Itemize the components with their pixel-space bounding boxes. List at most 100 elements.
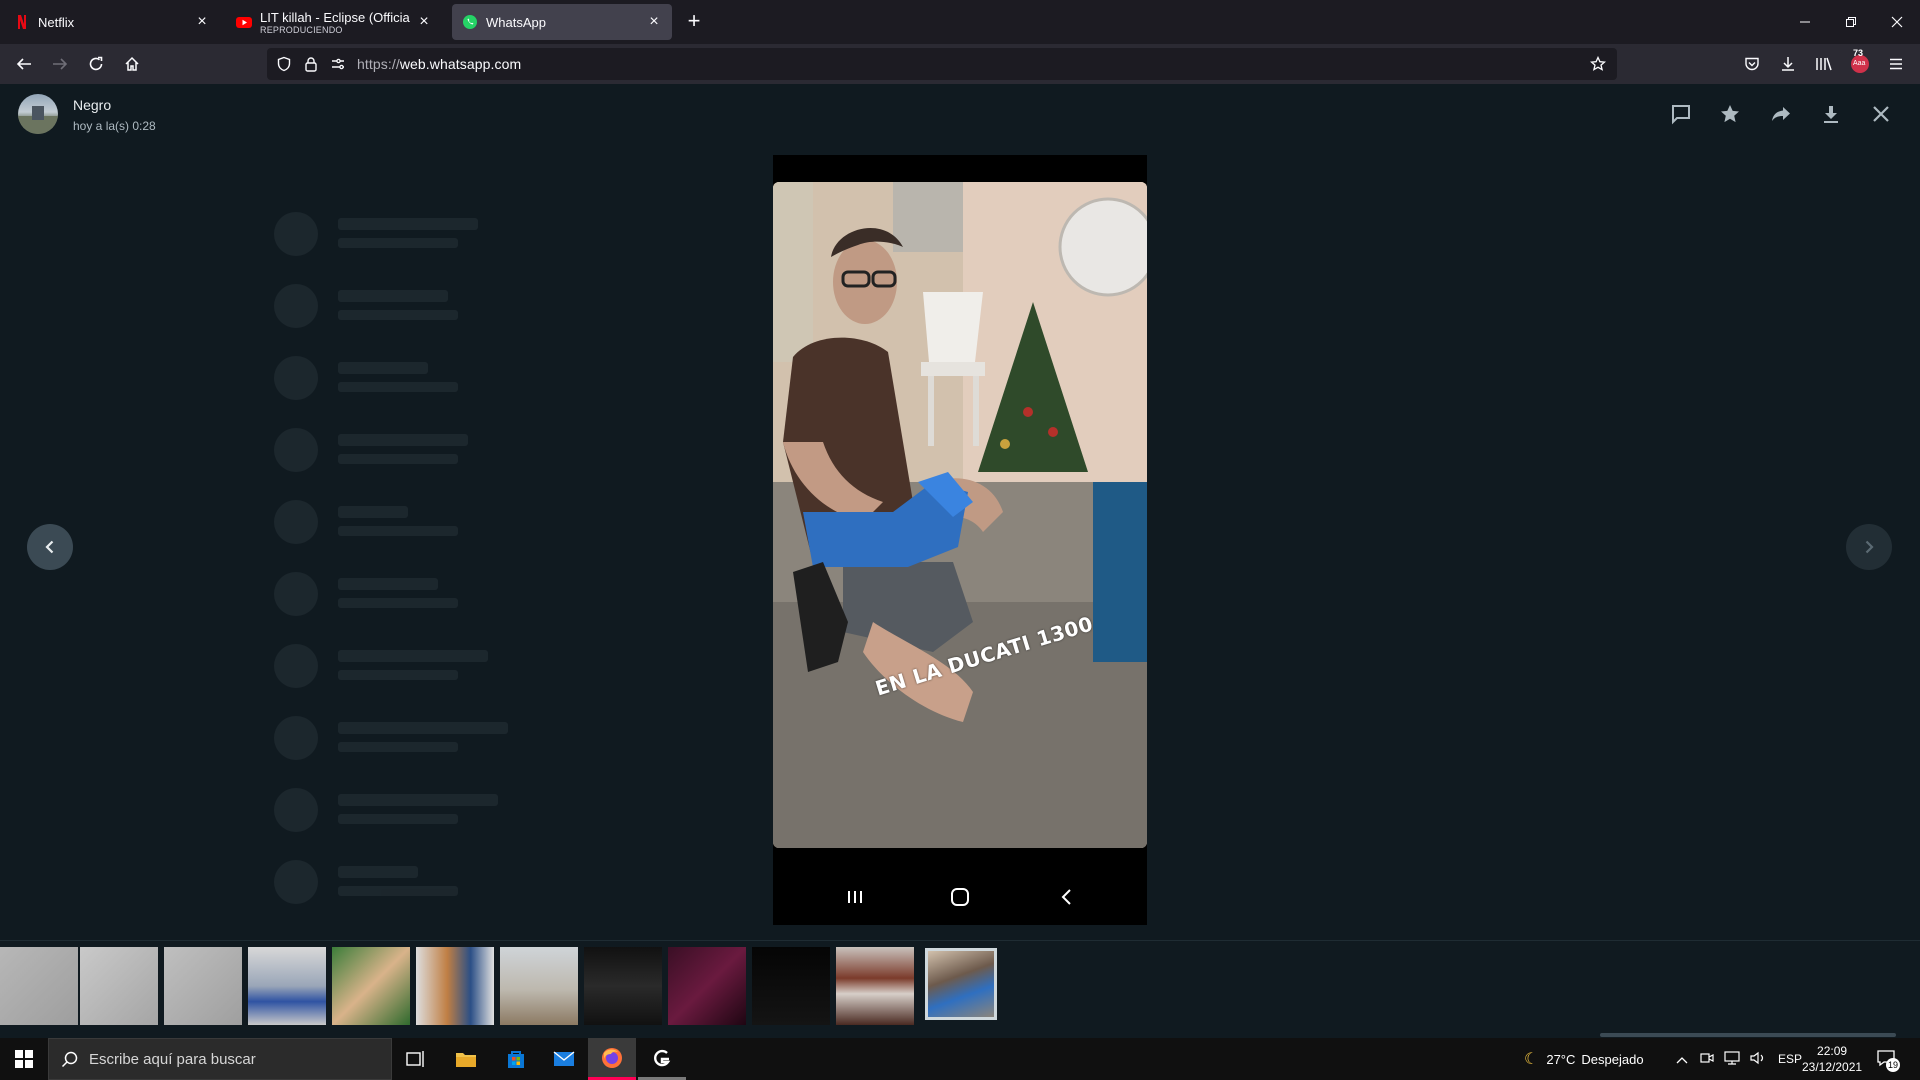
previous-media-button[interactable] bbox=[27, 524, 73, 570]
star-button[interactable] bbox=[1717, 101, 1743, 127]
tab-title: LIT killah - Eclipse (Official Video) bbox=[260, 9, 410, 25]
start-button[interactable] bbox=[0, 1038, 48, 1080]
tab-netflix[interactable]: Netflix × bbox=[4, 4, 220, 40]
forward-button[interactable] bbox=[1768, 101, 1794, 127]
arrow-right-icon bbox=[53, 58, 68, 70]
thumbnail[interactable] bbox=[836, 947, 914, 1025]
extension-button[interactable]: 73 Aaa bbox=[1848, 48, 1872, 76]
home-button[interactable] bbox=[120, 52, 144, 76]
extension-badge-text: Aaa bbox=[1853, 60, 1866, 67]
folder-icon bbox=[456, 1053, 476, 1067]
taskbar-app-g[interactable] bbox=[638, 1038, 686, 1080]
taskbar-file-explorer[interactable] bbox=[442, 1038, 490, 1080]
youtube-icon bbox=[236, 17, 252, 28]
new-tab-button[interactable]: + bbox=[682, 10, 706, 34]
close-viewer-button[interactable] bbox=[1868, 101, 1894, 127]
chevron-right-icon bbox=[1865, 540, 1874, 554]
forward-icon bbox=[1772, 107, 1790, 121]
thumbnail[interactable] bbox=[164, 947, 242, 1025]
task-view-button[interactable] bbox=[392, 1038, 440, 1080]
taskbar-search-box[interactable]: Escribe aquí para buscar bbox=[48, 1038, 392, 1080]
reload-button[interactable] bbox=[84, 52, 108, 76]
notification-center-button[interactable]: 19 bbox=[1876, 1038, 1901, 1080]
thumbnail[interactable] bbox=[332, 947, 410, 1025]
reply-button[interactable] bbox=[1668, 101, 1694, 127]
restore-button[interactable] bbox=[1828, 0, 1874, 44]
download-button[interactable] bbox=[1818, 101, 1844, 127]
meet-icon[interactable] bbox=[1700, 1051, 1714, 1068]
tab-title: Netflix bbox=[38, 14, 75, 30]
weather-widget[interactable]: ☾ 27°C Despejado bbox=[1524, 1038, 1644, 1080]
tab-whatsapp[interactable]: WhatsApp × bbox=[452, 4, 672, 40]
windows-logo-icon bbox=[15, 1050, 33, 1068]
tab-playing-label: REPRODUCIENDO bbox=[260, 24, 343, 35]
minimize-button[interactable] bbox=[1782, 0, 1828, 44]
thumbnails-scrollbar[interactable] bbox=[1600, 1033, 1896, 1037]
taskbar-mail[interactable] bbox=[540, 1038, 588, 1080]
close-icon bbox=[1891, 16, 1903, 28]
forward-button[interactable] bbox=[48, 52, 72, 76]
avatar[interactable] bbox=[18, 94, 58, 134]
arrow-left-icon bbox=[16, 58, 31, 70]
library-button[interactable] bbox=[1812, 52, 1836, 76]
media-viewer: Negro hoy a la(s) 0:28 EN LA DUCATI 1300 bbox=[0, 84, 1920, 1038]
close-tab-icon[interactable]: × bbox=[194, 14, 210, 30]
taskbar-store[interactable] bbox=[492, 1038, 540, 1080]
thumbnail[interactable] bbox=[80, 947, 158, 1025]
shield-icon[interactable] bbox=[275, 55, 293, 73]
url-text[interactable]: https://web.whatsapp.com bbox=[357, 56, 521, 72]
store-icon bbox=[508, 1051, 524, 1068]
volume-icon[interactable] bbox=[1750, 1051, 1766, 1068]
close-tab-icon[interactable]: × bbox=[416, 14, 432, 30]
phone-home-icon bbox=[948, 885, 972, 909]
thumbnail[interactable] bbox=[752, 947, 830, 1025]
thumbnail[interactable] bbox=[248, 947, 326, 1025]
menu-button[interactable] bbox=[1884, 52, 1908, 76]
close-window-button[interactable] bbox=[1874, 0, 1920, 44]
thumbnail[interactable] bbox=[584, 947, 662, 1025]
thumbnail[interactable] bbox=[0, 947, 78, 1025]
pocket-button[interactable] bbox=[1740, 52, 1764, 76]
thumbnail[interactable] bbox=[500, 947, 578, 1025]
back-button[interactable] bbox=[12, 52, 36, 76]
network-icon[interactable] bbox=[1724, 1050, 1740, 1068]
clock-time: 22:09 bbox=[1817, 1044, 1848, 1058]
photo-scene bbox=[773, 182, 1147, 848]
media-thumbnails-strip bbox=[0, 940, 1920, 1038]
whatsapp-icon bbox=[463, 15, 477, 29]
close-tab-icon[interactable]: × bbox=[646, 14, 662, 30]
thumbnail[interactable] bbox=[416, 947, 494, 1025]
moon-icon: ☾ bbox=[1524, 1051, 1539, 1068]
taskbar-firefox[interactable] bbox=[588, 1038, 636, 1080]
phone-back-icon bbox=[1055, 885, 1079, 909]
viewer-header: Negro hoy a la(s) 0:28 bbox=[0, 84, 1920, 144]
ghost-row bbox=[260, 780, 700, 840]
ghost-row bbox=[260, 492, 700, 552]
language-indicator[interactable]: ESP bbox=[1778, 1052, 1802, 1066]
browser-tab-bar: Netflix × LIT killah - Eclipse (Official… bbox=[0, 0, 1920, 44]
bookmark-star-icon[interactable] bbox=[1589, 55, 1607, 73]
ghost-row bbox=[260, 564, 700, 624]
background-chat-list bbox=[260, 204, 700, 1024]
ghost-row bbox=[260, 420, 700, 480]
url-bar[interactable]: https://web.whatsapp.com bbox=[267, 48, 1617, 80]
chevron-up-icon[interactable] bbox=[1676, 1052, 1688, 1067]
lock-icon[interactable] bbox=[302, 55, 320, 73]
tab-youtube[interactable]: LIT killah - Eclipse (Official Video) RE… bbox=[226, 4, 442, 40]
ghost-row bbox=[260, 708, 700, 768]
netflix-icon bbox=[18, 15, 26, 29]
task-view-icon bbox=[406, 1051, 424, 1067]
next-media-button[interactable] bbox=[1846, 524, 1892, 570]
downloads-button[interactable] bbox=[1776, 52, 1800, 76]
sender-name[interactable]: Negro bbox=[73, 97, 111, 113]
media-image[interactable]: EN LA DUCATI 1300 bbox=[773, 155, 1147, 925]
url-scheme: https:// bbox=[357, 56, 400, 72]
clock[interactable]: 22:09 23/12/2021 bbox=[1802, 1038, 1862, 1080]
permissions-icon[interactable] bbox=[329, 55, 347, 73]
pocket-icon bbox=[1745, 57, 1759, 71]
firefox-icon bbox=[602, 1047, 622, 1068]
star-icon bbox=[1721, 105, 1739, 123]
thumbnail[interactable] bbox=[668, 947, 746, 1025]
thumbnail-selected[interactable] bbox=[925, 948, 997, 1020]
notification-icon: 19 bbox=[1876, 1049, 1901, 1072]
